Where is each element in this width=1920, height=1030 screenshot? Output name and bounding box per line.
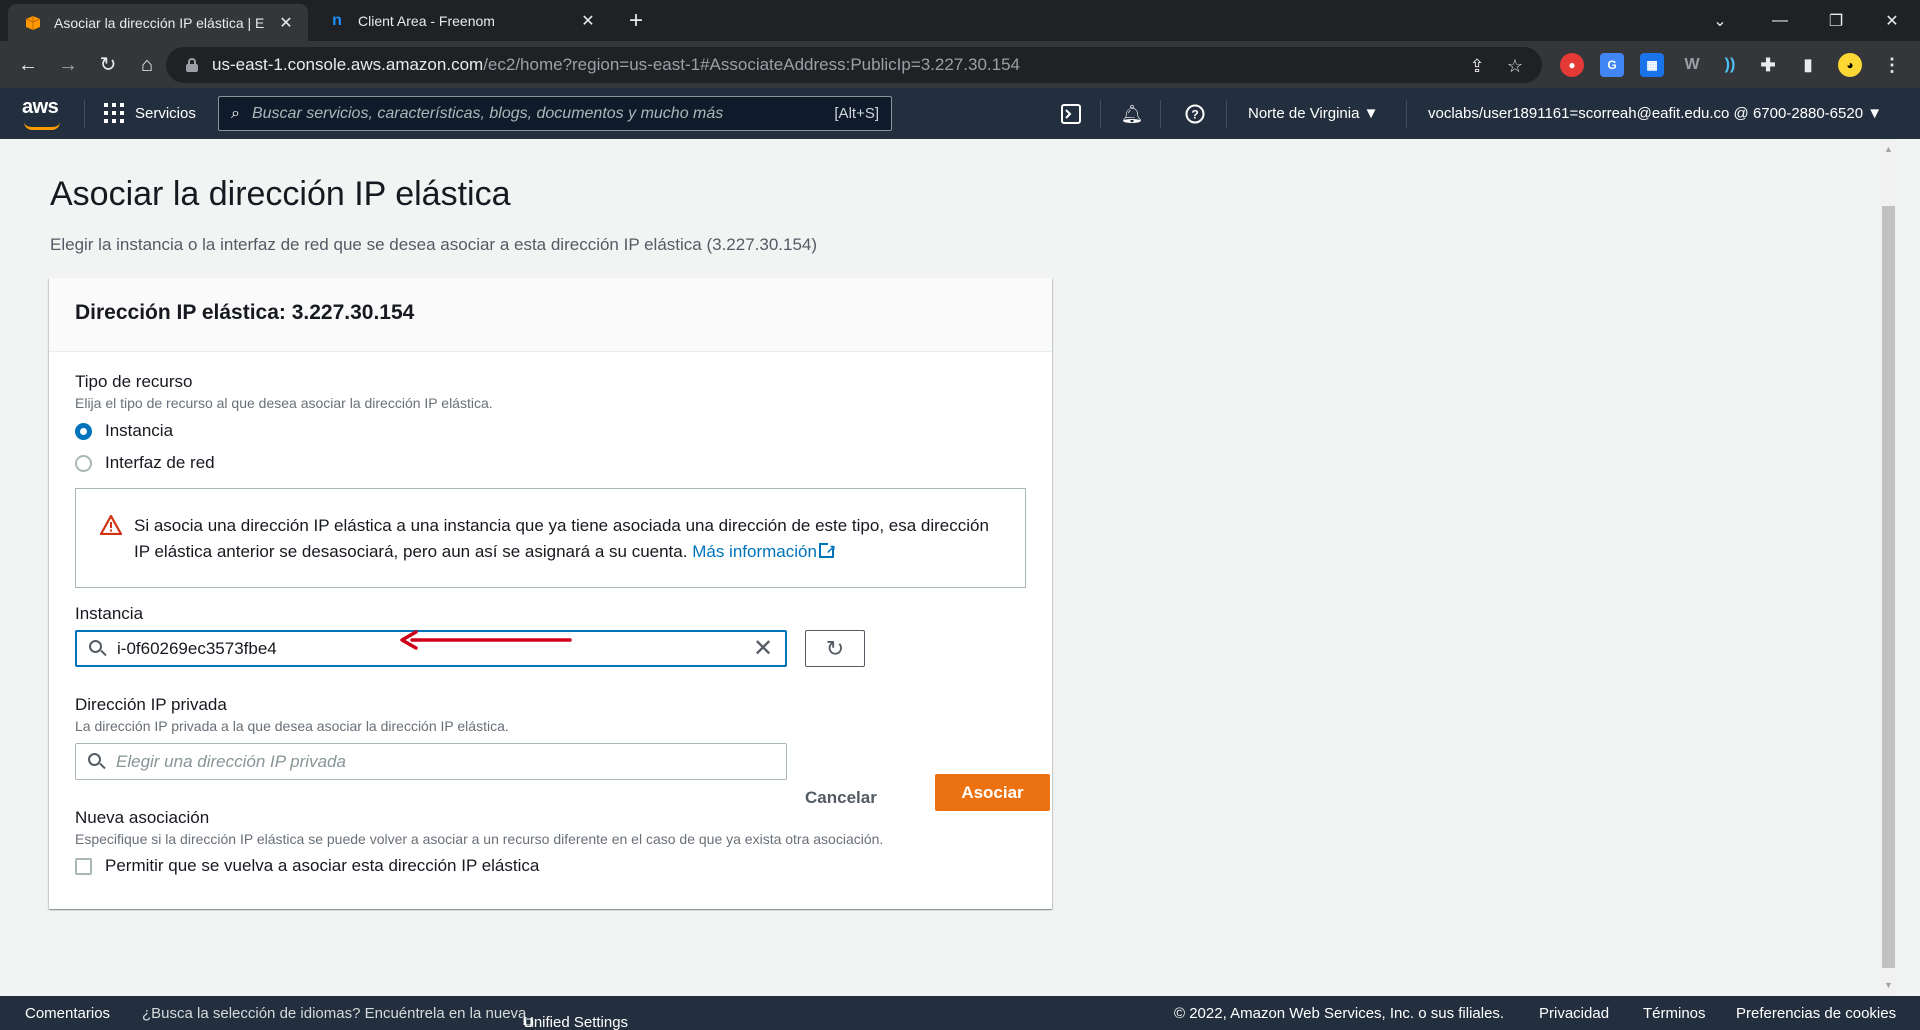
private-ip-input[interactable]: [116, 751, 786, 772]
extension-window-icon[interactable]: ▦: [1640, 53, 1664, 77]
unified-settings-text: Unified Settings: [523, 1014, 629, 1030]
search-shortcut: [Alt+S]: [834, 105, 879, 122]
svg-text:?: ?: [1191, 108, 1198, 122]
panel-header: Dirección IP elástica: 3.227.30.154: [49, 278, 1052, 352]
freenom-icon: n: [332, 11, 342, 29]
share-icon[interactable]: ⇪: [1466, 55, 1488, 77]
aws-cube-icon: [24, 14, 42, 32]
home-icon[interactable]: ⌂: [133, 51, 161, 79]
close-tab-icon[interactable]: ✕: [274, 13, 298, 33]
extensions-puzzle-icon[interactable]: ✚: [1756, 53, 1780, 77]
scrollbar-thumb[interactable]: [1882, 206, 1895, 968]
allow-reassociation-label[interactable]: Permitir que se vuelva a asociar esta di…: [105, 856, 539, 876]
console-footer: Comentarios ¿Busca la selección de idiom…: [0, 996, 1920, 1030]
refresh-icon: ↻: [825, 635, 845, 661]
tab-title: Client Area - Freenom: [358, 12, 495, 29]
sound-extension-icon[interactable]: )): [1718, 53, 1742, 77]
tab-aws-console[interactable]: Asociar la dirección IP elástica | E ✕: [8, 4, 308, 41]
reassociation-label: Nueva asociación: [75, 808, 210, 827]
more-info-link-text: Más información: [692, 542, 817, 561]
notifications-bell-icon[interactable]: 🔔︎: [1119, 101, 1145, 127]
account-menu[interactable]: voclabs/user1891161=scorreah@eafit.edu.c…: [1428, 105, 1882, 122]
copyright-text: © 2022, Amazon Web Services, Inc. o sus …: [1174, 1005, 1505, 1022]
new-tab-button[interactable]: +: [622, 8, 650, 36]
association-panel: Dirección IP elástica: 3.227.30.154 Tipo…: [49, 278, 1052, 909]
terms-link[interactable]: Términos: [1643, 1005, 1706, 1022]
restore-icon[interactable]: ❐: [1808, 0, 1864, 41]
annotation-arrow: [400, 630, 572, 650]
side-panel-icon[interactable]: ▮: [1796, 53, 1820, 77]
radio-network-interface[interactable]: [75, 455, 92, 472]
panel-title: Dirección IP elástica: 3.227.30.154: [75, 301, 415, 324]
scroll-down-arrow-icon[interactable]: ▼: [1880, 977, 1897, 994]
warning-icon: [100, 515, 122, 535]
page-title: Asociar la dirección IP elástica: [50, 175, 511, 213]
search-icon: [88, 752, 106, 771]
services-menu-button[interactable]: Servicios: [104, 103, 196, 123]
aws-search-input[interactable]: [251, 104, 835, 123]
browser-tab-strip: Asociar la dirección IP elástica | E ✕ n…: [0, 0, 1920, 41]
search-icon: ⌕: [231, 104, 240, 122]
reassociation-description: Especifique si la dirección IP elástica …: [75, 831, 884, 847]
reload-icon[interactable]: ↻: [94, 51, 122, 79]
main-content: Asociar la dirección IP elástica Elegir …: [0, 139, 1880, 996]
profile-avatar[interactable]: ◕: [1838, 53, 1862, 77]
browser-toolbar: ← → ↻ ⌂ us-east-1.console.aws.amazon.com…: [0, 41, 1920, 88]
address-bar[interactable]: us-east-1.console.aws.amazon.com /ec2/ho…: [166, 47, 1542, 83]
private-ip-description: La dirección IP privada a la que desea a…: [75, 718, 509, 734]
cloudshell-icon[interactable]: [1058, 101, 1084, 127]
url-path: /ec2/home?region=us-east-1#AssociateAddr…: [483, 55, 1020, 74]
associate-button[interactable]: Asociar: [935, 774, 1050, 811]
tab-freenom[interactable]: n Client Area - Freenom ✕: [312, 0, 610, 41]
search-icon: [89, 639, 107, 658]
close-window-icon[interactable]: ✕: [1864, 0, 1920, 41]
help-icon[interactable]: ?: [1182, 101, 1208, 127]
feedback-link[interactable]: Comentarios: [25, 1005, 110, 1022]
cookie-preferences-link[interactable]: Preferencias de cookies: [1736, 1005, 1896, 1022]
lock-icon[interactable]: [186, 58, 198, 72]
resource-type-description: Elija el tipo de recurso al que desea as…: [75, 395, 493, 411]
external-link-icon: [818, 536, 836, 562]
resource-type-label: Tipo de recurso: [75, 372, 193, 391]
page-subtitle: Elegir la instancia o la interfaz de red…: [50, 235, 818, 254]
private-ip-field[interactable]: [75, 743, 787, 780]
aws-search-box[interactable]: ⌕ [Alt+S]: [218, 96, 892, 131]
grid-icon: [104, 103, 124, 123]
aws-top-nav: aws Servicios ⌕ [Alt+S] 🔔︎ ? Norte de Vi…: [0, 88, 1920, 139]
clear-icon[interactable]: ✕: [749, 634, 777, 663]
language-prompt: ¿Busca la selección de idiomas? Encuéntr…: [142, 1005, 527, 1022]
back-icon[interactable]: ←: [14, 51, 42, 79]
tab-title: Asociar la dirección IP elástica | E: [54, 14, 265, 31]
radio-network-interface-label[interactable]: Interfaz de red: [105, 453, 215, 473]
warning-text: Si asocia una dirección IP elástica a un…: [134, 513, 994, 565]
cancel-button[interactable]: Cancelar: [805, 788, 877, 808]
aws-logo-text: aws: [22, 96, 59, 118]
allow-reassociation-checkbox[interactable]: [75, 858, 92, 875]
url-host: us-east-1.console.aws.amazon.com: [212, 55, 484, 74]
translate-extension-icon[interactable]: G: [1600, 53, 1624, 77]
external-link-icon: ⧉: [523, 1014, 534, 1030]
refresh-instances-button[interactable]: ↻: [805, 630, 865, 667]
aws-logo[interactable]: aws: [22, 96, 60, 130]
tab-search-icon[interactable]: ⌄: [1692, 0, 1748, 41]
forward-icon[interactable]: →: [54, 51, 82, 79]
instance-label: Instancia: [75, 604, 144, 623]
private-ip-label: Dirección IP privada: [75, 695, 227, 714]
minimize-icon[interactable]: —: [1752, 0, 1808, 41]
w-extension-icon[interactable]: W: [1680, 53, 1704, 77]
radio-instance-label[interactable]: Instancia: [105, 421, 173, 441]
adblock-extension-icon[interactable]: ●: [1560, 53, 1584, 77]
close-tab-icon[interactable]: ✕: [576, 11, 600, 31]
region-selector[interactable]: Norte de Virginia ▼: [1248, 105, 1378, 122]
privacy-link[interactable]: Privacidad: [1539, 1005, 1609, 1022]
scroll-up-arrow-icon[interactable]: ▲: [1880, 141, 1897, 158]
bookmark-star-icon[interactable]: ☆: [1504, 55, 1526, 77]
warning-message: Si asocia una dirección IP elástica a un…: [134, 516, 989, 561]
services-label: Servicios: [135, 104, 196, 122]
more-info-link[interactable]: Más información: [692, 536, 836, 562]
warning-alert: Si asocia una dirección IP elástica a un…: [75, 488, 1026, 588]
browser-menu-icon[interactable]: ⋮: [1880, 53, 1904, 77]
radio-instance[interactable]: [75, 423, 92, 440]
